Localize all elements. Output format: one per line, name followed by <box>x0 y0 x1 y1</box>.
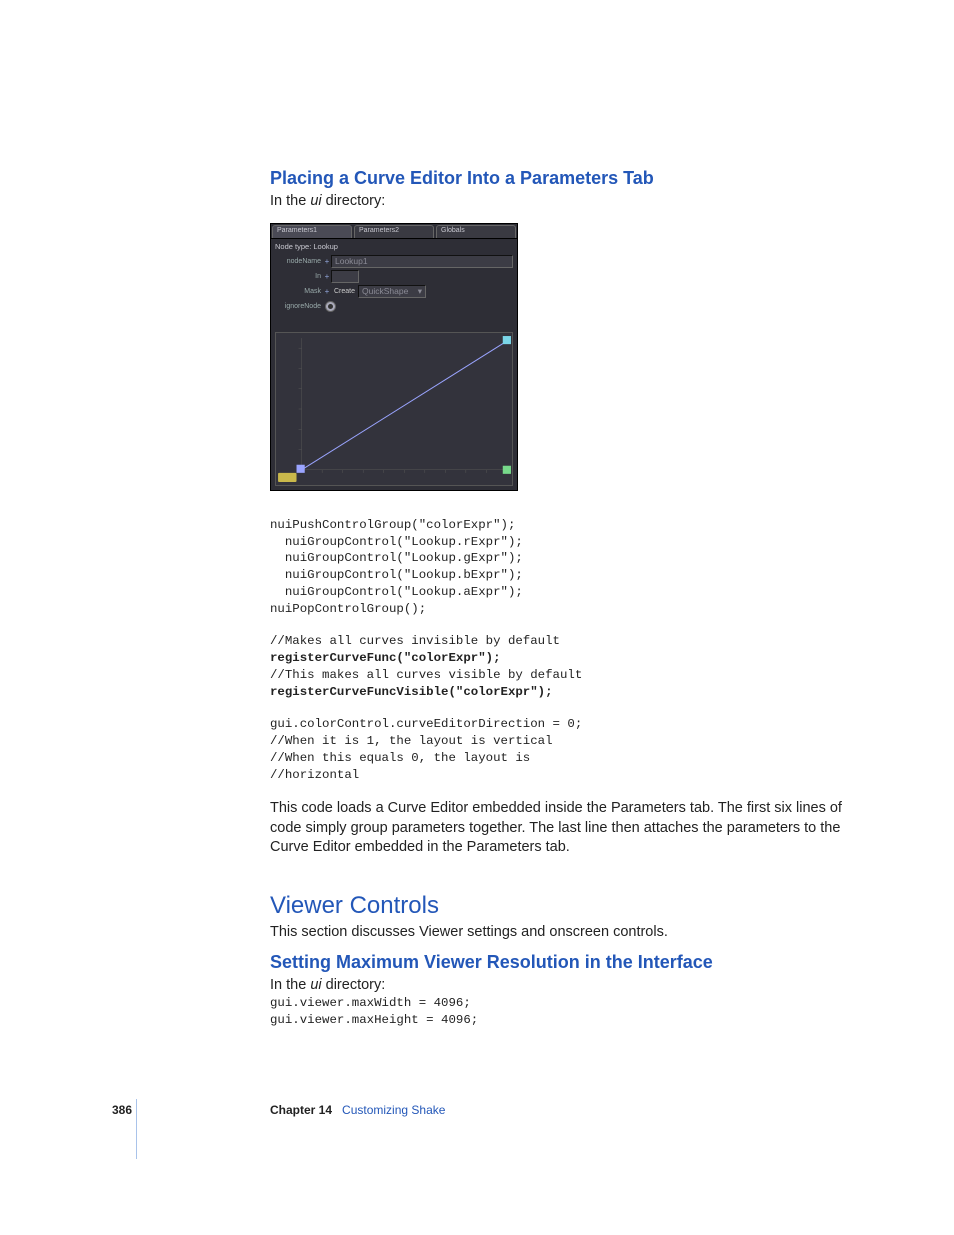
tab-globals[interactable]: Globals <box>436 225 516 238</box>
intro-prefix: In the <box>270 193 310 209</box>
footer-divider <box>136 1099 137 1159</box>
chapter-title: Customizing Shake <box>342 1103 445 1117</box>
page-footer: 386 Chapter 14 Customizing Shake <box>0 1103 954 1163</box>
tab-parameters1[interactable]: Parameters1 <box>272 225 352 238</box>
expand-icon[interactable]: + <box>323 258 331 266</box>
curve-editor-graph[interactable] <box>275 332 513 486</box>
chapter-number: Chapter 14 <box>270 1103 332 1117</box>
code-block-1: nuiPushControlGroup("colorExpr"); nuiGro… <box>270 517 844 617</box>
heading-viewer-controls: Viewer Controls <box>270 892 844 920</box>
field-nodename[interactable]: Lookup1 <box>331 255 513 268</box>
intro2-prefix: In the <box>270 977 310 993</box>
paragraph-curve-body: This code loads a Curve Editor embedded … <box>270 799 844 858</box>
intro2-ui-word: ui <box>310 977 321 993</box>
tab-parameters2[interactable]: Parameters2 <box>354 225 434 238</box>
tab-bar: Parameters1 Parameters2 Globals <box>271 224 517 239</box>
chevron-down-icon[interactable]: ▾ <box>418 286 422 297</box>
label-ignorenode: ignoreNode <box>275 303 323 310</box>
row-in: In + <box>271 269 517 284</box>
intro-line-1: In the ui directory: <box>270 193 844 209</box>
heading-max-viewer-res: Setting Maximum Viewer Resolution in the… <box>270 952 844 973</box>
expand-icon[interactable]: + <box>323 273 331 281</box>
expand-icon[interactable]: + <box>323 288 331 296</box>
ignorenode-toggle[interactable] <box>325 301 336 312</box>
label-mask: Mask <box>275 288 323 295</box>
code-block-3: gui.colorControl.curveEditorDirection = … <box>270 716 844 783</box>
paragraph-viewer-intro: This section discusses Viewer settings a… <box>270 924 844 940</box>
chapter-label: Chapter 14 Customizing Shake <box>270 1103 445 1117</box>
heading-curve-editor: Placing a Curve Editor Into a Parameters… <box>270 168 844 189</box>
intro-ui-word: ui <box>310 193 321 209</box>
parameters-panel: Parameters1 Parameters2 Globals Node typ… <box>270 223 518 491</box>
label-nodename: nodeName <box>275 258 323 265</box>
code-block-2: //Makes all curves invisible by default … <box>270 633 844 700</box>
document-page: Placing a Curve Editor Into a Parameters… <box>0 0 954 1235</box>
intro-line-2: In the ui directory: <box>270 977 844 993</box>
create-label: Create <box>334 288 355 295</box>
node-type-label: Node type: Lookup <box>271 239 517 254</box>
intro2-suffix: directory: <box>322 977 386 993</box>
row-nodename: nodeName + Lookup1 <box>271 254 517 269</box>
page-number: 386 <box>112 1103 132 1117</box>
row-mask: Mask + Create QuickShape ▾ <box>271 284 517 299</box>
code-block-4: gui.viewer.maxWidth = 4096; gui.viewer.m… <box>270 995 844 1028</box>
field-mask[interactable]: QuickShape ▾ <box>358 285 426 298</box>
row-ignorenode: ignoreNode <box>271 299 517 314</box>
label-in: In <box>275 273 323 280</box>
intro-suffix: directory: <box>322 193 386 209</box>
mask-value: QuickShape <box>362 286 408 296</box>
field-in[interactable] <box>331 270 359 283</box>
